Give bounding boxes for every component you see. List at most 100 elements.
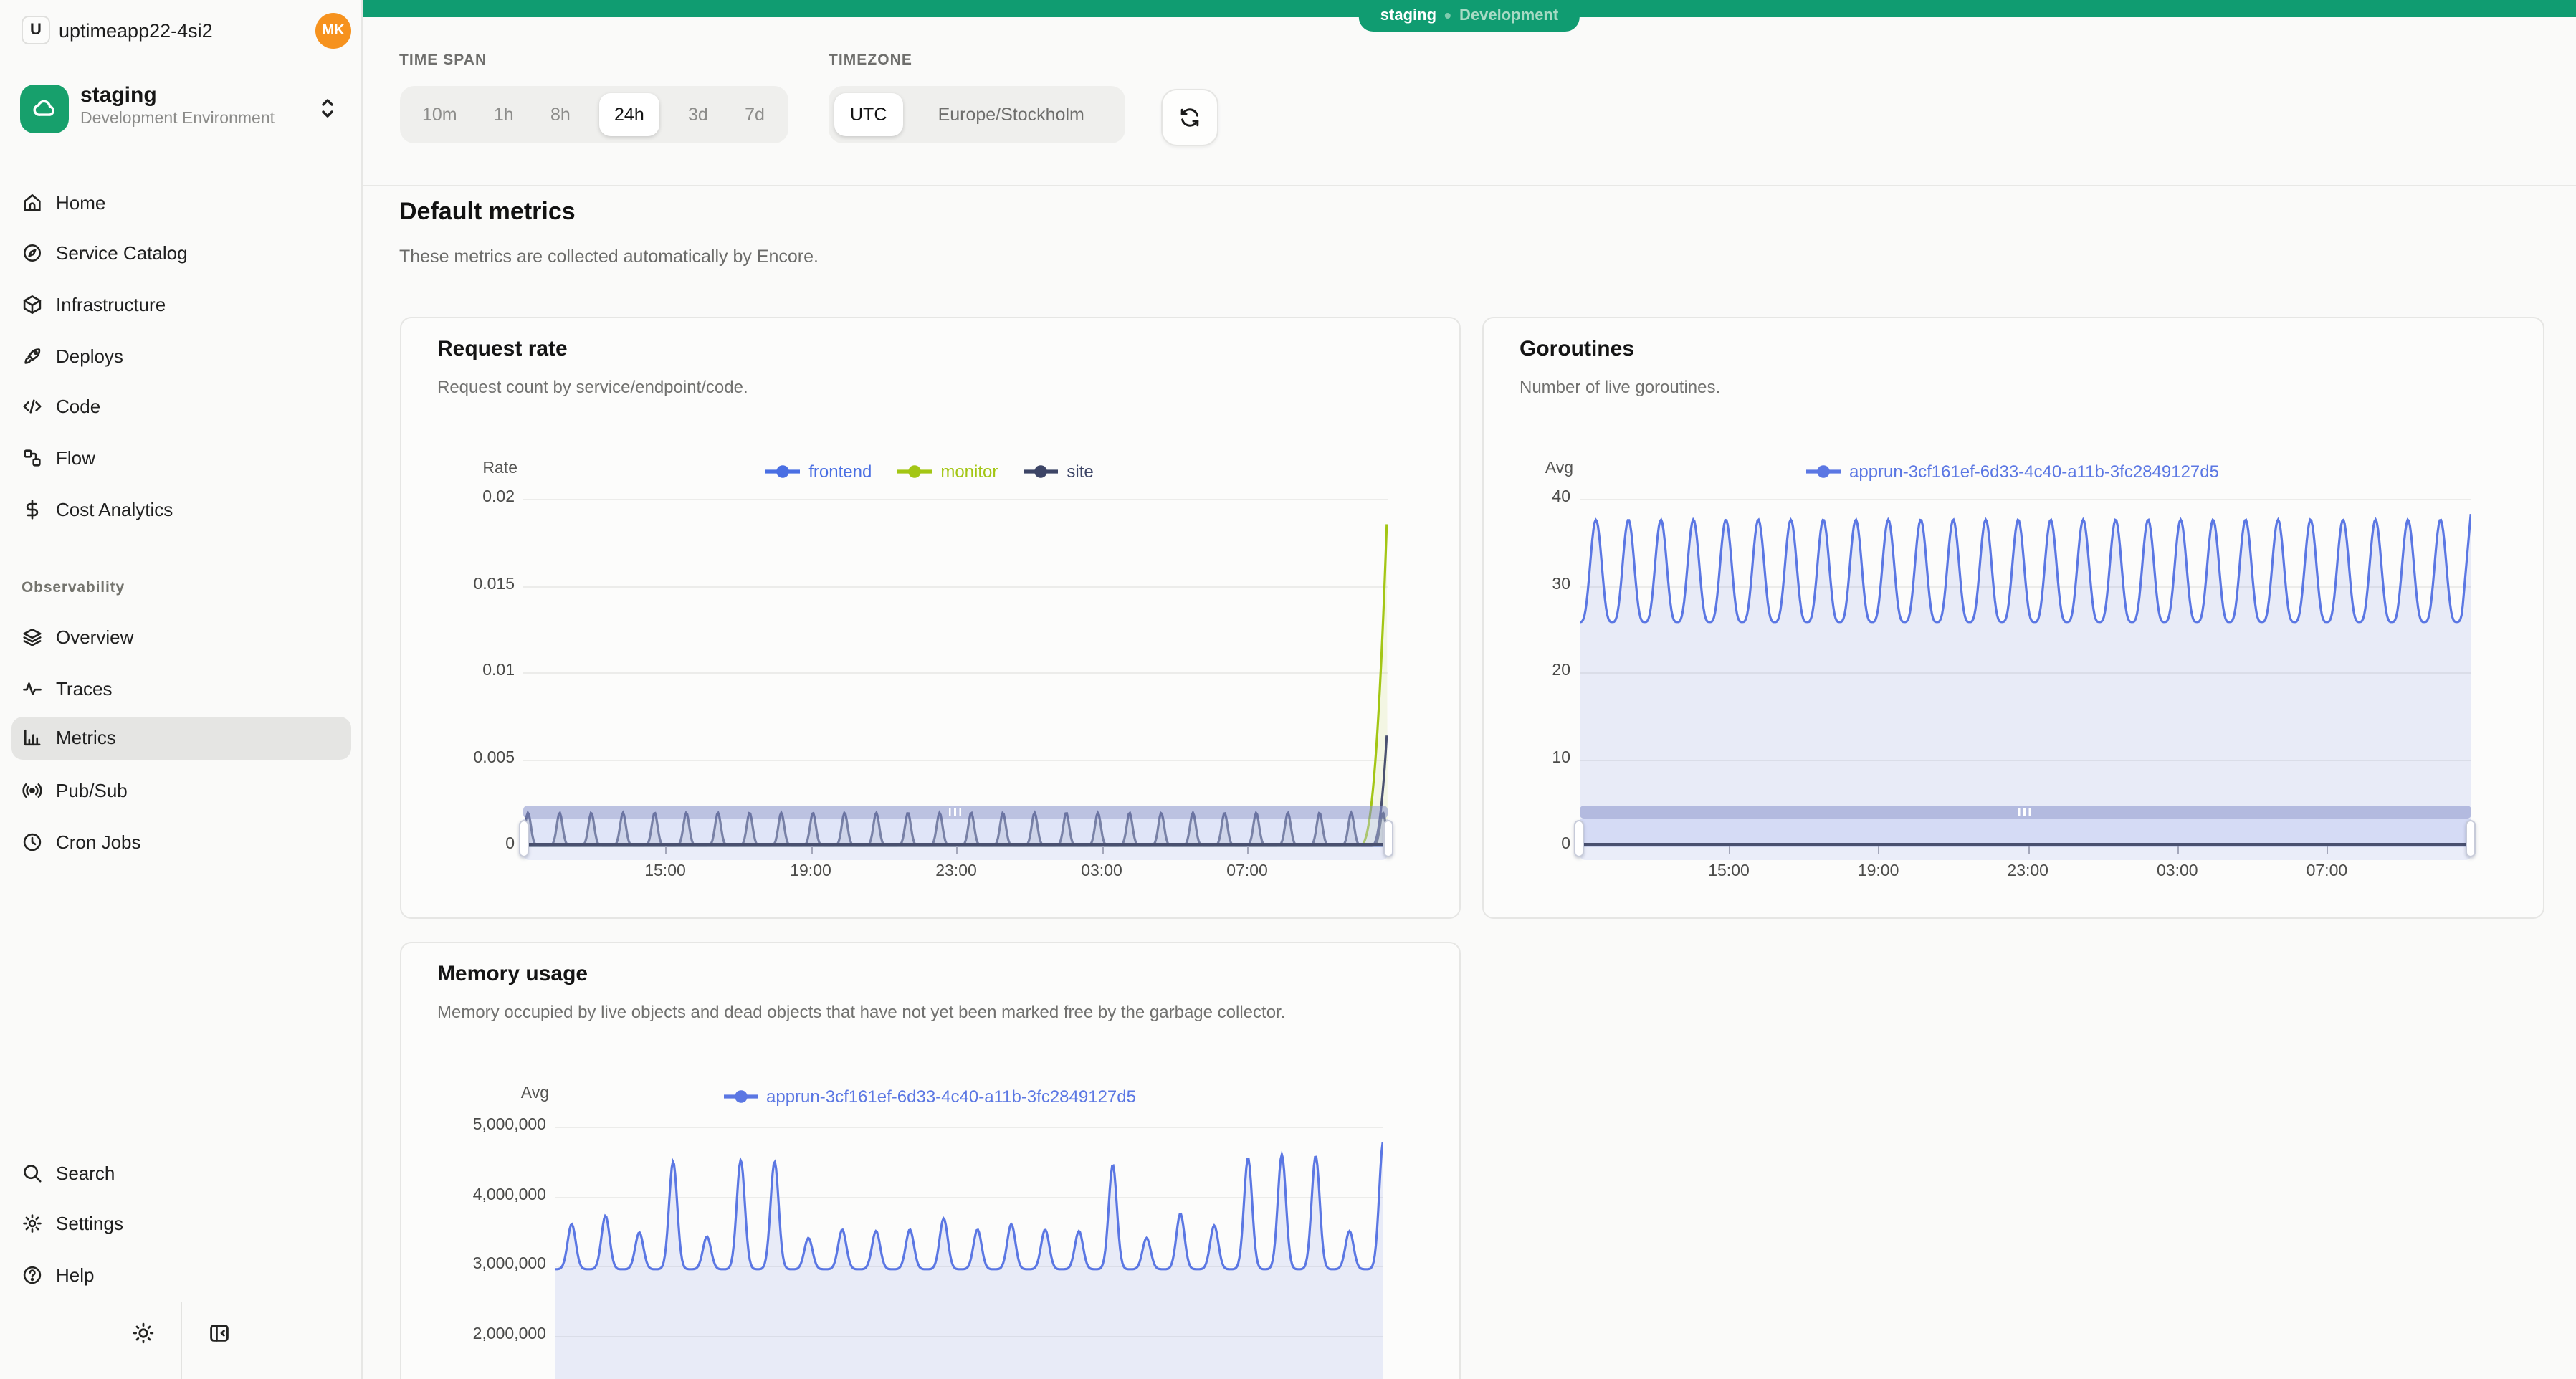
sidebar-bottom-bar	[0, 1299, 363, 1379]
dollar-icon	[22, 499, 43, 520]
brush-selection-band-lower	[1579, 846, 2471, 859]
compass-icon	[22, 242, 43, 264]
brush-handle-left[interactable]	[518, 820, 528, 857]
chart-plot-area: 15:0019:0023:0003:0007:00	[1579, 499, 2471, 846]
sidebar-item-flow[interactable]: Flow	[11, 436, 351, 479]
legend-item[interactable]: frontend	[765, 462, 872, 482]
card-title: Goroutines	[1520, 337, 1634, 361]
y-tick-label: 20	[1504, 662, 1570, 679]
time-span-7d[interactable]: 7d	[736, 95, 773, 135]
page-subtitle: These metrics are collected automaticall…	[399, 247, 819, 267]
sidebar-item-service-catalog[interactable]: Service Catalog	[11, 232, 351, 275]
brush-selection-band-lower	[523, 846, 1388, 859]
legend-marker-icon	[765, 464, 800, 479]
sidebar-item-label: Cron Jobs	[56, 831, 141, 853]
brush-handle-right[interactable]	[2466, 820, 2476, 857]
sidebar-item-search[interactable]: Search	[11, 1151, 351, 1194]
rocket-icon	[22, 345, 43, 366]
x-tick-label: 19:00	[1858, 863, 1899, 880]
help-icon	[22, 1264, 43, 1286]
chart-series-svg	[555, 1127, 1383, 1379]
legend-marker-icon	[1024, 464, 1058, 479]
timezone-europe-stockholm[interactable]: Europe/Stockholm	[902, 105, 1120, 125]
brush-selection-band[interactable]	[1579, 818, 2471, 846]
sidebar-item-traces[interactable]: Traces	[11, 667, 351, 710]
collapse-sidebar-icon[interactable]	[208, 1322, 231, 1345]
chart-legend: apprun-3cf161ef-6d33-4c40-a11b-3fc284912…	[401, 1087, 1459, 1107]
app-name: uptimeapp22-4si2	[59, 20, 213, 42]
y-tick-label: 0	[440, 836, 515, 853]
divider	[181, 1302, 182, 1379]
cloud-icon	[20, 85, 69, 133]
time-span-8h[interactable]: 8h	[542, 95, 579, 135]
x-tick-label: 15:00	[644, 863, 686, 880]
y-tick-label: 4,000,000	[446, 1186, 546, 1203]
brush-center-grip-icon[interactable]	[2018, 808, 2032, 816]
cube-icon	[22, 294, 43, 315]
x-tick-label: 15:00	[1708, 863, 1750, 880]
card-memory: Memory usage Memory occupied by live obj…	[399, 942, 1460, 1379]
card-title: Memory usage	[437, 962, 588, 986]
legend-item[interactable]: apprun-3cf161ef-6d33-4c40-a11b-3fc284912…	[723, 1087, 1136, 1107]
time-span-24h-selected[interactable]: 24h	[598, 93, 660, 136]
environment-type: Development Environment	[80, 110, 275, 128]
sidebar-item-pubsub[interactable]: Pub/Sub	[11, 770, 351, 813]
encore-dashboard: U uptimeapp22-4si2 MK staging Developmen…	[0, 0, 2576, 1379]
brush-selection-band[interactable]	[523, 818, 1388, 846]
app-switcher[interactable]: U uptimeapp22-4si2 MK	[0, 0, 361, 62]
legend-label: site	[1067, 462, 1093, 482]
card-subtitle: Memory occupied by live objects and dead…	[437, 1002, 1285, 1022]
brush-center-grip-icon[interactable]	[948, 808, 963, 816]
environment-name: staging	[80, 83, 157, 108]
sidebar-item-overview[interactable]: Overview	[11, 616, 351, 659]
brush-handle-left[interactable]	[1574, 820, 1584, 857]
legend-item[interactable]: site	[1024, 462, 1093, 482]
sidebar-item-settings[interactable]: Settings	[11, 1202, 351, 1245]
timezone-utc-selected[interactable]: UTC	[834, 93, 902, 136]
section-label-observability: Observability	[22, 579, 125, 596]
sidebar-item-infrastructure[interactable]: Infrastructure	[11, 283, 351, 326]
card-title: Request rate	[437, 337, 568, 361]
sidebar-item-code[interactable]: Code	[11, 386, 351, 429]
legend-item[interactable]: monitor	[897, 462, 998, 482]
timezone-label: TIMEZONE	[829, 52, 912, 69]
chart-series-svg	[523, 499, 1388, 847]
refresh-button[interactable]	[1161, 89, 1218, 146]
legend-label: apprun-3cf161ef-6d33-4c40-a11b-3fc284912…	[1849, 462, 2219, 482]
legend-item[interactable]: apprun-3cf161ef-6d33-4c40-a11b-3fc284912…	[1806, 462, 2219, 482]
sidebar-item-home[interactable]: Home	[11, 181, 351, 224]
sidebar-item-metrics[interactable]: Metrics	[11, 716, 351, 759]
y-tick-label: 5,000,000	[446, 1117, 546, 1134]
brush-handle-right[interactable]	[1383, 820, 1393, 857]
sidebar-item-label: Deploys	[56, 345, 123, 366]
time-span-3d[interactable]: 3d	[679, 95, 717, 135]
page-title: Default metrics	[399, 198, 576, 226]
divider	[363, 185, 2576, 186]
legend-marker-icon	[897, 464, 932, 479]
sidebar-item-deploys[interactable]: Deploys	[11, 334, 351, 377]
time-span-1h[interactable]: 1h	[485, 95, 523, 135]
time-span-10m[interactable]: 10m	[414, 95, 466, 135]
app-logo: U	[22, 16, 50, 44]
legend-label: apprun-3cf161ef-6d33-4c40-a11b-3fc284912…	[766, 1087, 1136, 1107]
theme-toggle-sun-icon[interactable]	[132, 1322, 155, 1345]
sidebar-item-help[interactable]: Help	[11, 1254, 351, 1297]
x-tick-label: 03:00	[1081, 863, 1122, 880]
sidebar-item-label: Code	[56, 396, 100, 418]
sidebar-item-cron-jobs[interactable]: Cron Jobs	[11, 821, 351, 864]
main-content: TIME SPAN 10m 1h 8h 24h 3d 7d TIMEZONE U…	[363, 0, 2576, 1379]
y-tick-label: 10	[1504, 749, 1570, 766]
environment-selector[interactable]: staging Development Environment	[0, 82, 363, 139]
sidebar-item-cost-analytics[interactable]: Cost Analytics	[11, 488, 351, 531]
card-subtitle: Request count by service/endpoint/code.	[437, 377, 748, 397]
sidebar-item-label: Flow	[56, 447, 95, 469]
chart-series-svg	[1579, 499, 2471, 847]
user-avatar[interactable]: MK	[315, 13, 351, 49]
y-tick-label: 3,000,000	[446, 1256, 546, 1273]
gear-icon	[22, 1213, 43, 1234]
sidebar-item-label: Overview	[56, 626, 133, 648]
sidebar-item-label: Cost Analytics	[56, 499, 173, 520]
badge-dot	[1445, 13, 1451, 19]
x-tick-label: 07:00	[1226, 863, 1268, 880]
chart-plot-area: 15:0019:0023:0003:0007:00	[523, 499, 1388, 846]
